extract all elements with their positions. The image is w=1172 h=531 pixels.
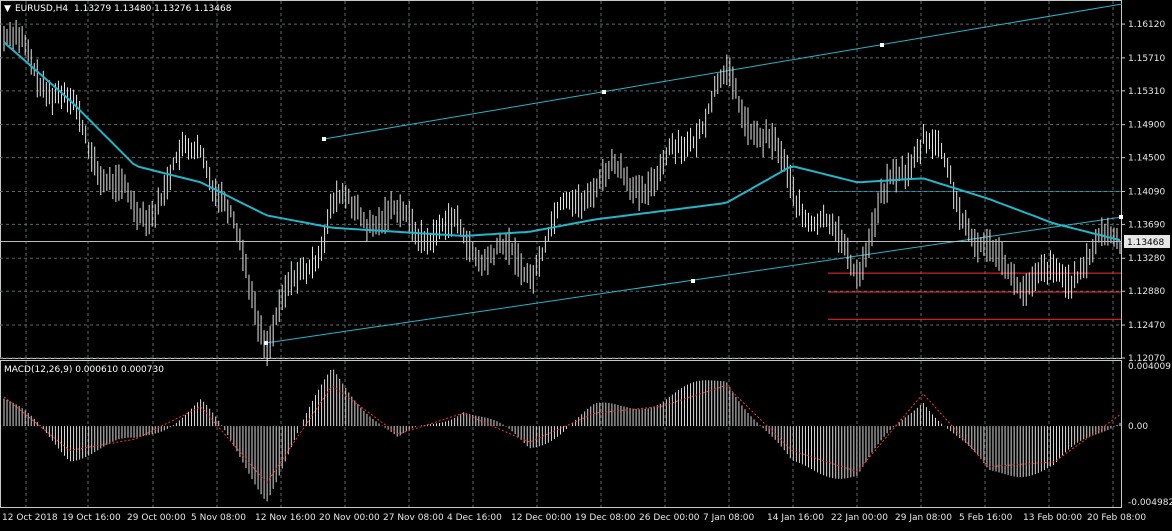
- chart-window[interactable]: 1.16120 1.15710 1.15310 1.14900 1.14500 1.140…: [0, 0, 1172, 527]
- channel-anchor-point: [691, 279, 695, 283]
- price-tick-label: 1.13690: [1128, 220, 1165, 230]
- trend-channel[interactable]: [264, 3, 1123, 345]
- price-axis: 1.16120 1.15710 1.15310 1.14900 1.14500 1.140…: [1121, 20, 1165, 364]
- macd-axis: 0.004009 0.00 -0.004982: [1128, 362, 1172, 508]
- time-tick-label: 22 Jan 00:00: [831, 513, 888, 523]
- macd-tick-label: -0.004982: [1128, 498, 1172, 508]
- time-tick-label: 13 Feb 00:00: [1023, 513, 1082, 523]
- macd-histogram: [3, 369, 1121, 502]
- price-tick-label: 1.15710: [1128, 54, 1165, 64]
- current-price-label: 1.13468: [1127, 238, 1164, 248]
- macd-tick-label: 0.004009: [1128, 362, 1171, 372]
- chart-arrow-icon: ▼: [4, 4, 11, 14]
- time-tick-label: 7 Jan 08:00: [703, 513, 755, 523]
- symbol-timeframe: EURUSD,H4: [15, 4, 68, 14]
- macd-label: MACD(12,26,9) 0.000610 0.000730: [4, 365, 164, 375]
- price-bars: [3, 20, 1121, 367]
- channel-anchor-point: [880, 43, 884, 47]
- price-tick-label: 1.16120: [1128, 20, 1165, 30]
- price-panel-frame: [0, 0, 1122, 359]
- time-tick-label: 27 Nov 08:00: [383, 513, 444, 523]
- price-tick-label: 1.15310: [1128, 87, 1165, 97]
- channel-anchor-point: [602, 90, 606, 94]
- macd-tick-label: 0.00: [1128, 422, 1148, 432]
- price-tick-label: 1.14900: [1128, 121, 1165, 131]
- price-tick-label: 1.14090: [1128, 187, 1165, 197]
- time-tick-label: 20 Nov 00:00: [319, 513, 380, 523]
- moving-average: [3, 41, 1121, 242]
- time-tick-label: 5 Nov 08:00: [191, 513, 246, 523]
- time-tick-label: 19 Dec 08:00: [575, 513, 636, 523]
- time-tick-label: 20 Feb 08:00: [1087, 513, 1146, 523]
- ohlc-values: 1.13279 1.13480 1.13276 1.13468: [74, 4, 232, 14]
- channel-anchor-point: [1119, 215, 1123, 219]
- time-axis: 12 Oct 2018 19 Oct 16:00 29 Oct 00:00 5 Nov…: [2, 513, 1146, 523]
- time-tick-label: 5 Feb 16:00: [959, 513, 1013, 523]
- time-tick-label: 4 Dec 16:00: [447, 513, 502, 523]
- time-tick-label: 12 Nov 16:00: [255, 513, 316, 523]
- channel-anchor-point: [322, 137, 326, 141]
- time-tick-label: 29 Oct 00:00: [127, 513, 186, 523]
- moving-average-line: [3, 41, 1121, 242]
- price-tick-label: 1.12470: [1128, 321, 1165, 331]
- macd-panel-frame: [0, 360, 1122, 508]
- chart-canvas[interactable]: 1.16120 1.15710 1.15310 1.14900 1.14500 1.140…: [0, 0, 1172, 527]
- price-tick-label: 1.12880: [1128, 287, 1165, 297]
- price-tick-label: 1.13280: [1128, 254, 1165, 264]
- macd-signal-line: [3, 385, 1121, 483]
- time-tick-label: 29 Jan 08:00: [895, 513, 952, 523]
- time-tick-label: 14 Jan 16:00: [767, 513, 824, 523]
- time-tick-label: 26 Dec 00:00: [639, 513, 700, 523]
- time-tick-label: 12 Oct 2018: [2, 513, 58, 523]
- time-tick-label: 19 Oct 16:00: [62, 513, 121, 523]
- macd-signal-path: [3, 385, 1121, 483]
- time-tick-label: 12 Dec 00:00: [511, 513, 572, 523]
- price-tick-label: 1.14500: [1128, 154, 1165, 164]
